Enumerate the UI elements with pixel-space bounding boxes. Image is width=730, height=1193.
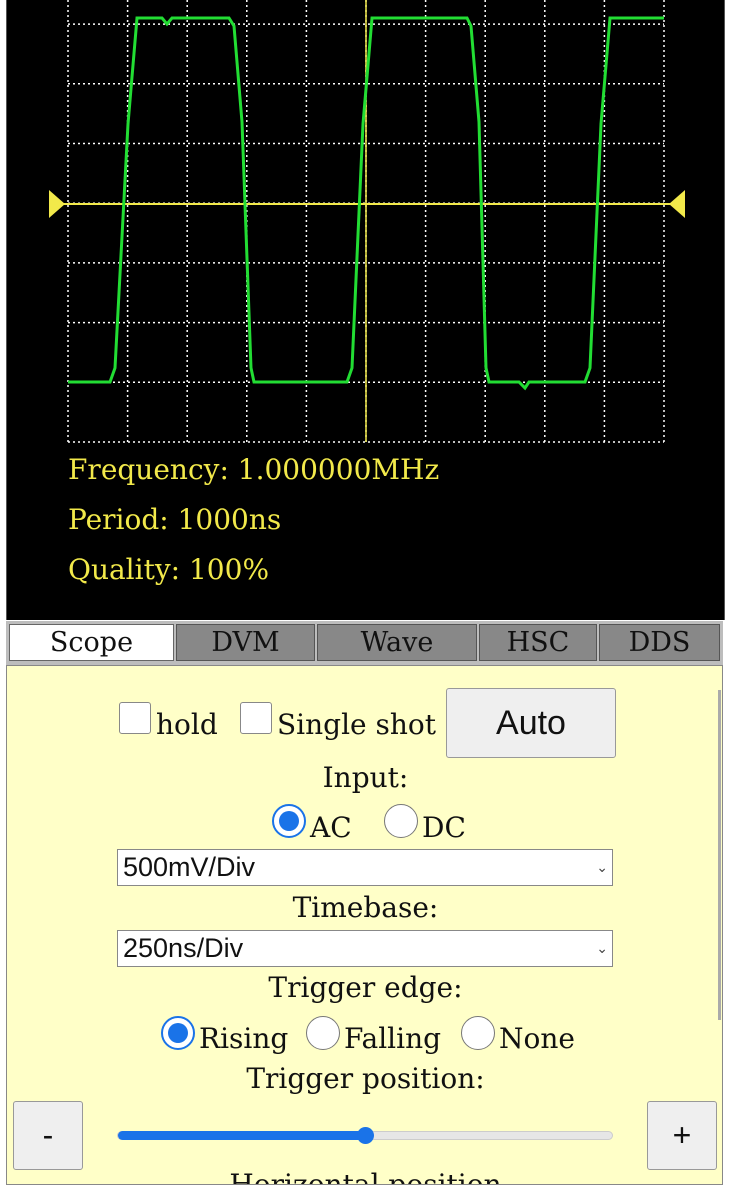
none-radio[interactable] [461, 1016, 495, 1050]
falling-radio[interactable] [306, 1016, 340, 1050]
volts-div-value: 500mV/Div [123, 852, 256, 882]
scope-controls-panel: hold Single shot Auto Input: AC DC 500mV… [6, 665, 723, 1185]
ac-label: AC [310, 811, 352, 844]
tab-wave[interactable]: Wave [317, 624, 477, 661]
slider-thumb[interactable] [357, 1127, 374, 1144]
dc-label: DC [422, 811, 466, 844]
tab-dvm[interactable]: DVM [176, 624, 315, 661]
input-label: Input: [322, 761, 409, 794]
trigger-edge-label: Trigger edge: [268, 971, 463, 1004]
hold-checkbox[interactable] [119, 702, 151, 734]
hold-label: hold [156, 708, 218, 741]
period-readout: Period: 1000ns [68, 503, 282, 536]
tab-scope[interactable]: Scope [9, 624, 174, 661]
single-shot-checkbox[interactable] [240, 702, 272, 734]
none-label: None [499, 1022, 575, 1055]
trigger-position-plus-button[interactable]: + [647, 1101, 717, 1170]
scrollbar[interactable] [718, 690, 721, 1020]
auto-button[interactable]: Auto [446, 688, 616, 758]
slider-fill [118, 1131, 365, 1140]
frequency-readout: Frequency: 1.000000MHz [68, 453, 440, 486]
trigger-marker-left-icon [49, 190, 65, 218]
tab-hsc[interactable]: HSC [479, 624, 597, 661]
falling-label: Falling [344, 1022, 442, 1055]
chevron-down-icon: ⌄ [596, 859, 608, 875]
timebase-label: Timebase: [292, 891, 439, 924]
trigger-position-slider[interactable] [117, 1127, 613, 1144]
dc-radio[interactable] [384, 804, 418, 838]
horizontal-position-label: Horizontal position [229, 1168, 502, 1185]
trigger-position-label: Trigger position: [246, 1062, 485, 1095]
rising-radio[interactable] [161, 1016, 195, 1050]
scope-display: Frequency: 1.000000MHz Period: 1000ns Qu… [6, 0, 725, 620]
trigger-position-minus-button[interactable]: - [13, 1101, 83, 1170]
single-shot-label: Single shot [277, 708, 437, 741]
rising-label: Rising [199, 1022, 289, 1055]
ac-radio[interactable] [272, 804, 306, 838]
trigger-marker-right-icon [669, 190, 685, 218]
tab-bar: Scope DVM Wave HSC DDS [6, 621, 723, 665]
timebase-value: 250ns/Div [123, 933, 244, 963]
timebase-select[interactable]: 250ns/Div ⌄ [117, 930, 613, 967]
quality-readout: Quality: 100% [68, 553, 270, 586]
tab-dds[interactable]: DDS [599, 624, 720, 661]
volts-div-select[interactable]: 500mV/Div ⌄ [117, 849, 613, 886]
chevron-down-icon: ⌄ [596, 940, 608, 956]
